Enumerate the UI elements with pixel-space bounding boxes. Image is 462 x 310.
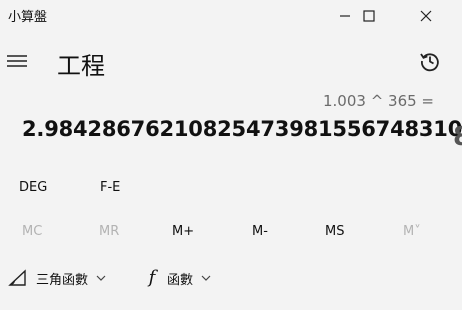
hamburger-menu-icon	[7, 55, 27, 67]
triangle-ruler-icon	[8, 269, 26, 286]
chevron-down-icon	[96, 275, 106, 281]
title-bar: 小算盤	[0, 0, 462, 32]
memory-subtract-button[interactable]: M-	[252, 224, 268, 239]
function-label: 函數	[167, 272, 194, 288]
function-dropdown[interactable]: f 函數	[145, 264, 211, 292]
memory-clear-button[interactable]: MC	[22, 224, 42, 239]
angle-unit-button[interactable]: DEG	[19, 180, 47, 195]
history-icon	[420, 53, 439, 72]
memory-recall-button[interactable]: MR	[99, 224, 119, 239]
chevron-down-icon	[201, 275, 211, 281]
calculator-mode-title: 工程	[57, 52, 105, 80]
result-display: 2.98428676210825473981556748310771	[22, 117, 462, 141]
trigonometry-dropdown[interactable]: 三角函數	[8, 264, 106, 292]
fe-toggle-button[interactable]: F-E	[100, 180, 120, 195]
window-title: 小算盤	[8, 10, 48, 25]
clipped-display-fragment: 8	[453, 122, 462, 152]
history-button[interactable]	[418, 49, 442, 73]
navigation-menu-button[interactable]	[6, 50, 28, 72]
maximize-button[interactable]	[346, 0, 392, 32]
memory-add-button[interactable]: M+	[172, 224, 194, 239]
memory-view-button[interactable]: M˅	[403, 224, 421, 239]
trigonometry-label: 三角函數	[36, 272, 89, 288]
close-button[interactable]	[403, 0, 449, 32]
expression-display: 1.003 ^ 365 =	[322, 92, 434, 110]
close-icon	[420, 10, 432, 22]
maximize-icon	[363, 10, 375, 22]
calculator-window: 小算盤 工程 1.003 ^ 365 = 2.98428676210825473…	[0, 0, 462, 310]
function-f-icon: f	[148, 267, 156, 288]
memory-store-button[interactable]: MS	[325, 224, 344, 239]
